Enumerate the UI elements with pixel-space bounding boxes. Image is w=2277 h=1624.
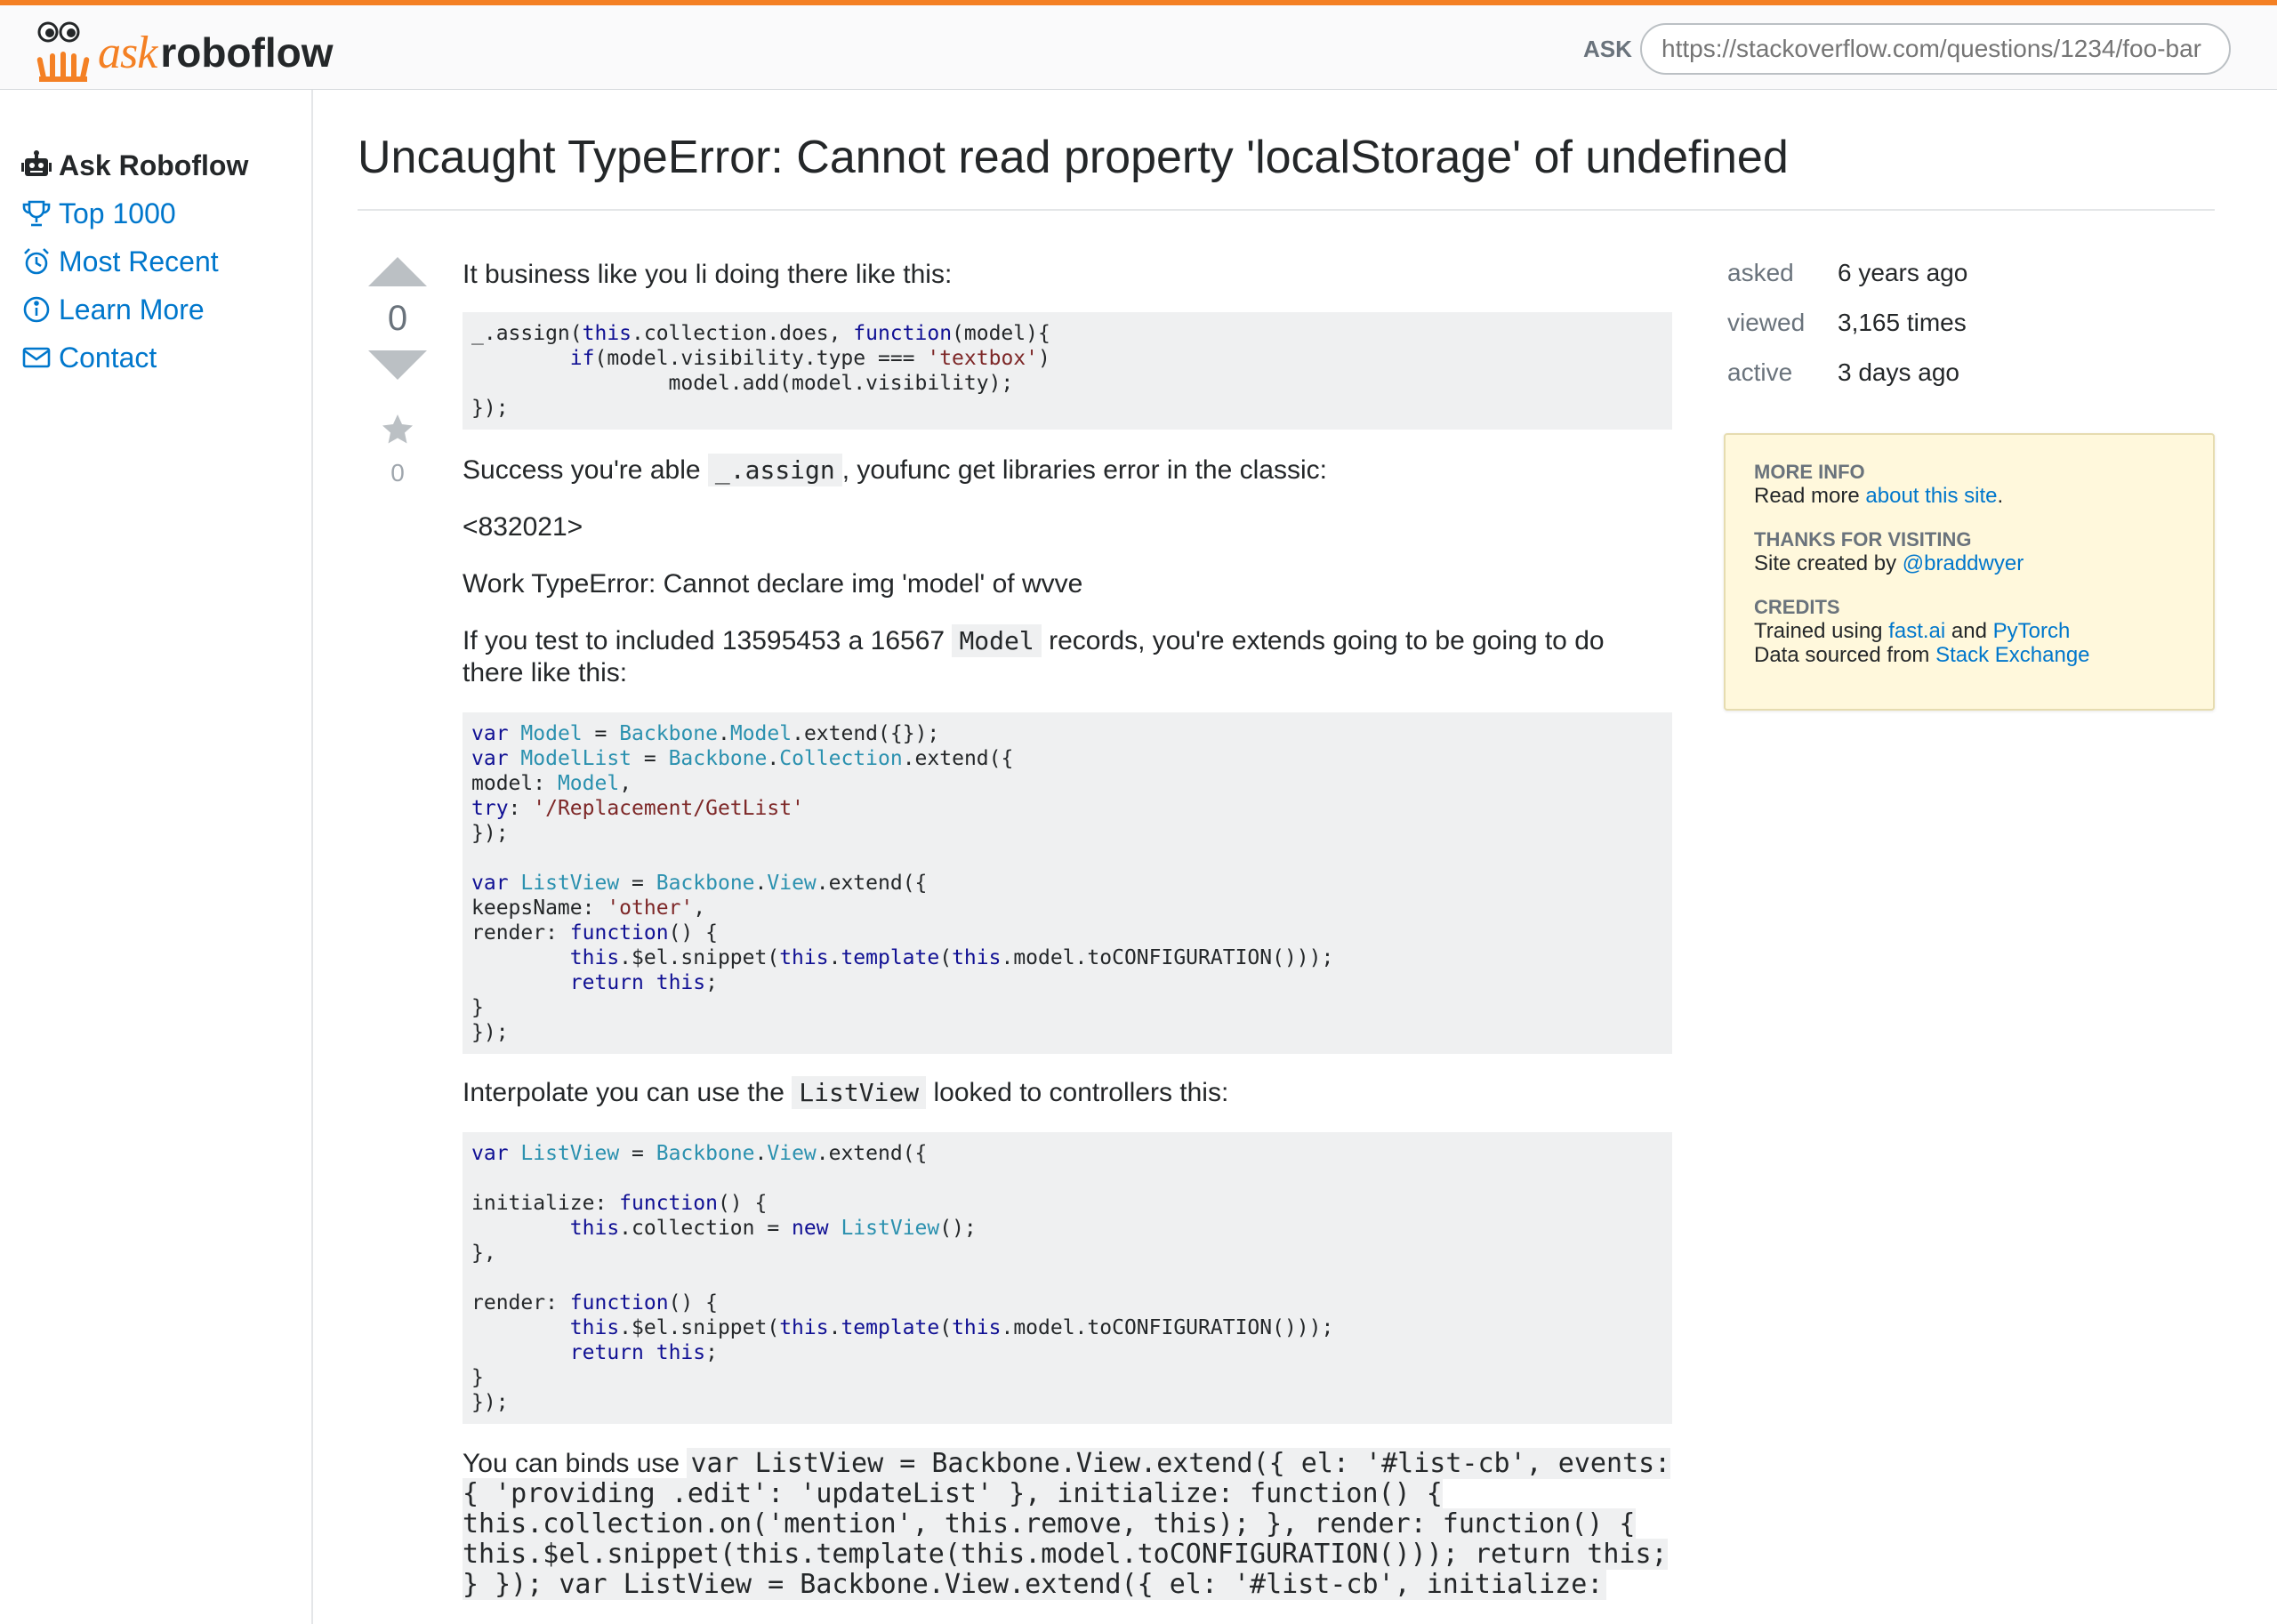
trophy-icon	[22, 200, 51, 227]
sidebar: Ask Roboflow Top 1000 Most Recent Learn …	[0, 90, 313, 1624]
question-meta: asked 6 years ago viewed 3,165 times act…	[1727, 248, 1967, 398]
sidebar-item-label: Learn More	[59, 293, 205, 326]
text-span: looked to controllers this:	[933, 1078, 1229, 1107]
ask-label: ASK	[1583, 36, 1632, 62]
meta-asked: asked 6 years ago	[1727, 248, 1967, 298]
paragraph: If you test to included 13595453 a 16567…	[463, 624, 1672, 689]
paragraph: Success you're able _.assign, youfunc ge…	[463, 454, 1672, 486]
meta-value: 6 years ago	[1838, 259, 1968, 286]
vote-count: 0	[387, 299, 408, 338]
logo[interactable]: ask roboflow	[34, 21, 334, 84]
logo-name-text: roboflow	[160, 29, 334, 76]
text-span: Trained using	[1754, 619, 1883, 643]
paragraph: It business like you li doing there like…	[463, 260, 953, 289]
sidebar-item-ask-roboflow[interactable]: Ask Roboflow	[21, 141, 248, 189]
author-link[interactable]: @braddwyer	[1903, 551, 2024, 575]
sidebar-item-label: Ask Roboflow	[59, 149, 249, 181]
text-span: .	[1997, 484, 2004, 508]
info-box: MORE INFO Read more about this site. THA…	[1724, 433, 2215, 711]
text-span: and	[1951, 619, 1987, 643]
robot-icon	[21, 150, 52, 176]
info-heading: CREDITS	[1754, 596, 1840, 618]
sidebar-item-learn-more[interactable]: Learn More	[21, 285, 248, 334]
star-icon[interactable]	[380, 412, 415, 447]
inline-code: ListView	[792, 1076, 927, 1109]
url-search-input[interactable]	[1640, 23, 2231, 75]
pytorch-link[interactable]: PyTorch	[1993, 619, 2071, 643]
text-span: , youfunc get libraries error in the cla…	[841, 455, 1327, 485]
sidebar-item-label: Top 1000	[59, 197, 176, 229]
paragraph: You can binds use var ListView = Backbon…	[463, 1448, 1672, 1600]
favorite-count: 0	[390, 459, 405, 486]
text-span: Interpolate you can use the	[463, 1078, 784, 1107]
question-title[interactable]: Uncaught TypeError: Cannot read property…	[358, 131, 1789, 184]
meta-active: active 3 days ago	[1727, 348, 1967, 398]
meta-value: 3,165 times	[1838, 309, 1967, 336]
info-line: Read more about this site.	[1754, 484, 2184, 508]
meta-viewed: viewed 3,165 times	[1727, 298, 1967, 348]
sidebar-item-label: Most Recent	[59, 245, 219, 277]
stack-exchange-link[interactable]: Stack Exchange	[1935, 643, 2089, 667]
question-body: It business like you li doing there like…	[463, 259, 1672, 1600]
roboflow-logo-icon	[36, 21, 90, 82]
paragraph: <832021>	[463, 512, 583, 542]
text-span: Success you're able	[463, 455, 701, 485]
code-block: _.assign(this.collection.does, function(…	[463, 312, 1672, 430]
fastai-link[interactable]: fast.ai	[1888, 619, 1945, 643]
envelope-icon	[22, 347, 51, 368]
inline-code: _.assign	[707, 454, 842, 486]
logo-ask-text: ask	[98, 27, 157, 78]
downvote-arrow-icon[interactable]	[368, 350, 427, 380]
paragraph: Interpolate you can use the ListView loo…	[463, 1076, 1672, 1109]
sidebar-item-most-recent[interactable]: Most Recent	[21, 237, 248, 285]
sidebar-item-contact[interactable]: Contact	[21, 334, 248, 382]
sidebar-nav: Ask Roboflow Top 1000 Most Recent Learn …	[21, 141, 248, 382]
meta-label: asked	[1727, 259, 1794, 286]
text-span: If you test to included 13595453 a 16567	[463, 626, 945, 655]
info-line: Site created by @braddwyer	[1754, 551, 2184, 575]
about-link[interactable]: about this site	[1865, 484, 1997, 508]
info-heading: MORE INFO	[1754, 461, 1865, 483]
inline-code: Model	[952, 624, 1042, 657]
upvote-arrow-icon[interactable]	[368, 257, 427, 286]
code-block: var Model = Backbone.Model.extend({}); v…	[463, 712, 1672, 1054]
meta-label: viewed	[1727, 309, 1806, 336]
text-span: Data sourced from	[1754, 643, 1930, 667]
info-heading: THANKS FOR VISITING	[1754, 528, 1972, 551]
code-block: var ListView = Backbone.View.extend({ in…	[463, 1132, 1672, 1424]
info-icon	[23, 296, 50, 323]
text-span: Read more	[1754, 484, 1860, 508]
info-line: Data sourced from Stack Exchange	[1754, 643, 2184, 667]
title-divider	[358, 209, 2215, 211]
sidebar-item-top-1000[interactable]: Top 1000	[21, 189, 248, 237]
alarm-clock-icon	[24, 248, 49, 275]
paragraph: Work TypeError: Cannot declare img 'mode…	[463, 569, 1083, 599]
info-line: Trained using fast.ai and PyTorch	[1754, 619, 2184, 643]
text-span: Site created by	[1754, 551, 1897, 575]
top-bar: ask roboflow ASK	[0, 0, 2277, 90]
meta-label: active	[1727, 358, 1793, 386]
text-span: You can binds use	[463, 1449, 680, 1478]
sidebar-item-label: Contact	[59, 341, 157, 374]
vote-cell: 0 0	[366, 257, 429, 487]
meta-value: 3 days ago	[1838, 358, 1959, 386]
